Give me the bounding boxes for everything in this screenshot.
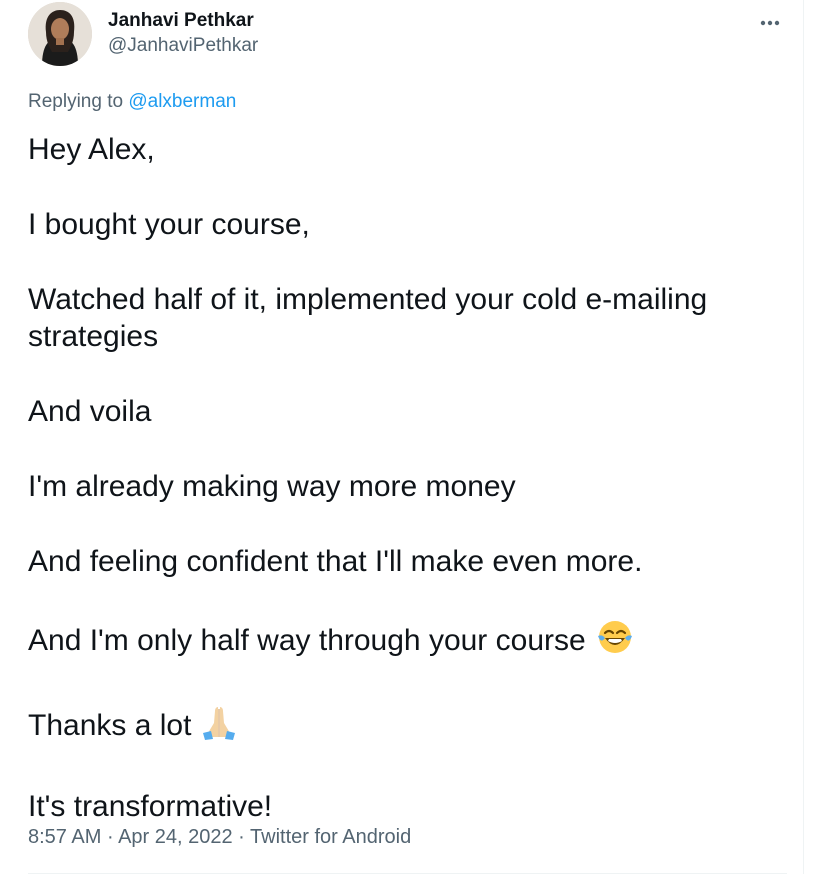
tweet-header: Janhavi Pethkar @JanhaviPethkar <box>28 2 788 68</box>
face-with-tears-of-joy-icon <box>596 618 634 665</box>
replying-to: Replying to @alxberman <box>28 90 236 114</box>
tweet-line: Hey Alex, <box>28 133 155 166</box>
tweet-time[interactable]: 8:57 AM <box>28 826 101 848</box>
tweet-text: Hey Alex, I bought your course, Watched … <box>28 131 788 825</box>
tweet-line: It's transformative! <box>28 790 273 823</box>
tweet-line-with-emoji: Thanks a lot <box>28 703 788 750</box>
replying-to-prefix: Replying to <box>28 91 129 112</box>
tweet-line: I'm already making way more money <box>28 470 516 503</box>
more-options-button[interactable] <box>756 8 784 36</box>
tweet-line-text: And I'm only half way through your cours… <box>28 624 586 657</box>
tweet-line: And voila <box>28 395 152 428</box>
folded-hands-icon <box>201 703 237 750</box>
tweet-card: Janhavi Pethkar @JanhaviPethkar Replying… <box>0 0 804 874</box>
tweet-meta: 8:57 AM · Apr 24, 2022 · Twitter for And… <box>28 824 411 850</box>
avatar[interactable] <box>28 2 92 66</box>
tweet-line: I bought your course, <box>28 208 310 241</box>
avatar-image <box>28 2 92 66</box>
tweet-line-text: Thanks a lot <box>28 709 192 742</box>
tweet-date[interactable]: Apr 24, 2022 <box>118 826 233 848</box>
meta-separator: · <box>101 826 119 848</box>
tweet-line: Watched half of it, implemented your col… <box>28 283 708 316</box>
tweet-line: And feeling confident that I'll make eve… <box>28 545 643 578</box>
author-names: Janhavi Pethkar @JanhaviPethkar <box>108 10 258 58</box>
tweet-line-with-emoji: And I'm only half way through your cours… <box>28 618 788 665</box>
reply-mention-link[interactable]: @alxberman <box>128 91 236 112</box>
author-display-name[interactable]: Janhavi Pethkar <box>108 10 258 32</box>
tweet-line: strategies <box>28 320 159 353</box>
author-handle[interactable]: @JanhaviPethkar <box>108 34 258 58</box>
tweet-source[interactable]: Twitter for Android <box>250 826 411 848</box>
meta-separator: · <box>232 826 251 848</box>
more-horizontal-icon <box>760 13 780 31</box>
